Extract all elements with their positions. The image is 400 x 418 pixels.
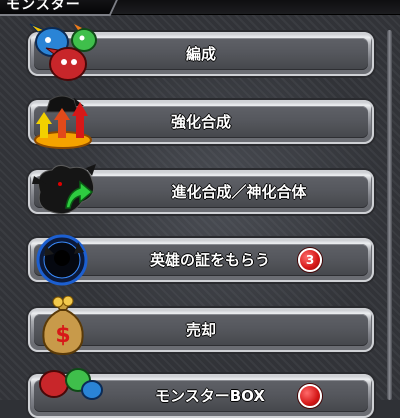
power-up-arrows-icon xyxy=(34,95,92,149)
svg-text:$: $ xyxy=(55,323,70,348)
notification-badge: 3 xyxy=(298,248,322,272)
monster-box-icon xyxy=(39,368,103,400)
scrollbar[interactable] xyxy=(387,30,392,400)
header-title: モンスター xyxy=(6,0,81,13)
hero-silhouette-icon xyxy=(36,234,88,286)
evolution-dragon-icon xyxy=(32,164,96,215)
money-bag-icon: $ xyxy=(42,296,84,356)
menu-item-label: 英雄の証をもらう xyxy=(149,251,270,269)
monster-team-icon xyxy=(29,23,97,81)
menu-item-label: 進化合成／神化合体 xyxy=(171,183,307,201)
notification-badge xyxy=(298,384,322,408)
menu-item-label: モンスターBOX xyxy=(155,387,265,405)
top-header: モンスター xyxy=(0,0,400,16)
